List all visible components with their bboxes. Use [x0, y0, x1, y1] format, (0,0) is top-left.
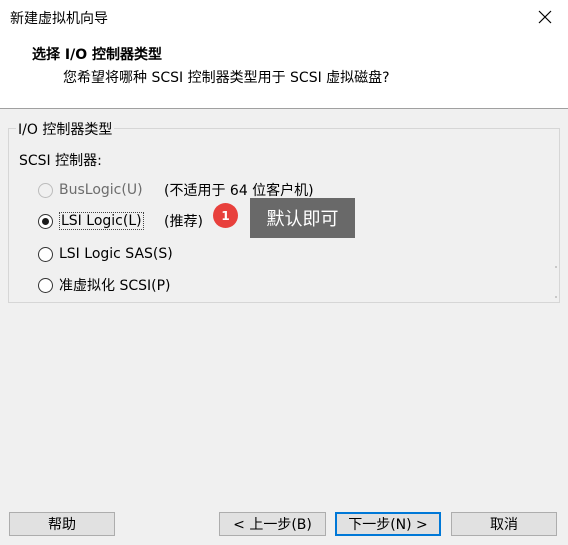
radio-label-paravirtual-scsi: 准虚拟化 SCSI(P) — [59, 278, 171, 294]
cancel-button[interactable]: 取消 — [451, 512, 557, 536]
annotation-tooltip: 默认即可 — [250, 198, 355, 238]
close-icon — [538, 10, 552, 24]
radio-circle[interactable] — [38, 213, 53, 229]
page-title: 选择 I/O 控制器类型 — [32, 47, 162, 63]
buslogic-note: (不适用于 64 位客户机) — [164, 183, 314, 199]
title-bar: 新建虚拟机向导 — [0, 0, 568, 34]
wizard-header: 选择 I/O 控制器类型 您希望将哪种 SCSI 控制器类型用于 SCSI 虚拟… — [0, 34, 568, 109]
radio-lsi-logic[interactable]: LSI Logic(L) — [38, 211, 144, 231]
page-subtitle: 您希望将哪种 SCSI 控制器类型用于 SCSI 虚拟磁盘? — [63, 70, 390, 86]
radio-label-lsi-logic-sas: LSI Logic SAS(S) — [59, 246, 173, 262]
radio-lsi-logic-sas[interactable]: LSI Logic SAS(S) — [38, 244, 173, 264]
annotation-badge: 1 — [213, 203, 238, 228]
scsi-controller-label: SCSI 控制器: — [19, 153, 102, 169]
radio-paravirtual-scsi[interactable]: 准虚拟化 SCSI(P) — [38, 275, 171, 295]
grip-dot — [555, 296, 557, 298]
radio-label-lsi-logic: LSI Logic(L) — [59, 212, 144, 230]
back-button[interactable]: < 上一步(B) — [219, 512, 326, 536]
help-button[interactable]: 帮助 — [9, 512, 115, 536]
radio-circle[interactable] — [38, 246, 53, 262]
radio-circle[interactable] — [38, 182, 53, 198]
window-title: 新建虚拟机向导 — [10, 11, 108, 27]
groupbox-title: I/O 控制器类型 — [16, 119, 115, 139]
close-button[interactable] — [522, 0, 568, 34]
radio-buslogic[interactable]: BusLogic(U) — [38, 180, 143, 200]
lsi-logic-note: (推荐) — [164, 214, 203, 230]
radio-circle[interactable] — [38, 277, 53, 293]
grip-dot — [555, 266, 557, 268]
next-button[interactable]: 下一步(N) > — [335, 512, 441, 536]
radio-label-buslogic: BusLogic(U) — [59, 182, 143, 198]
